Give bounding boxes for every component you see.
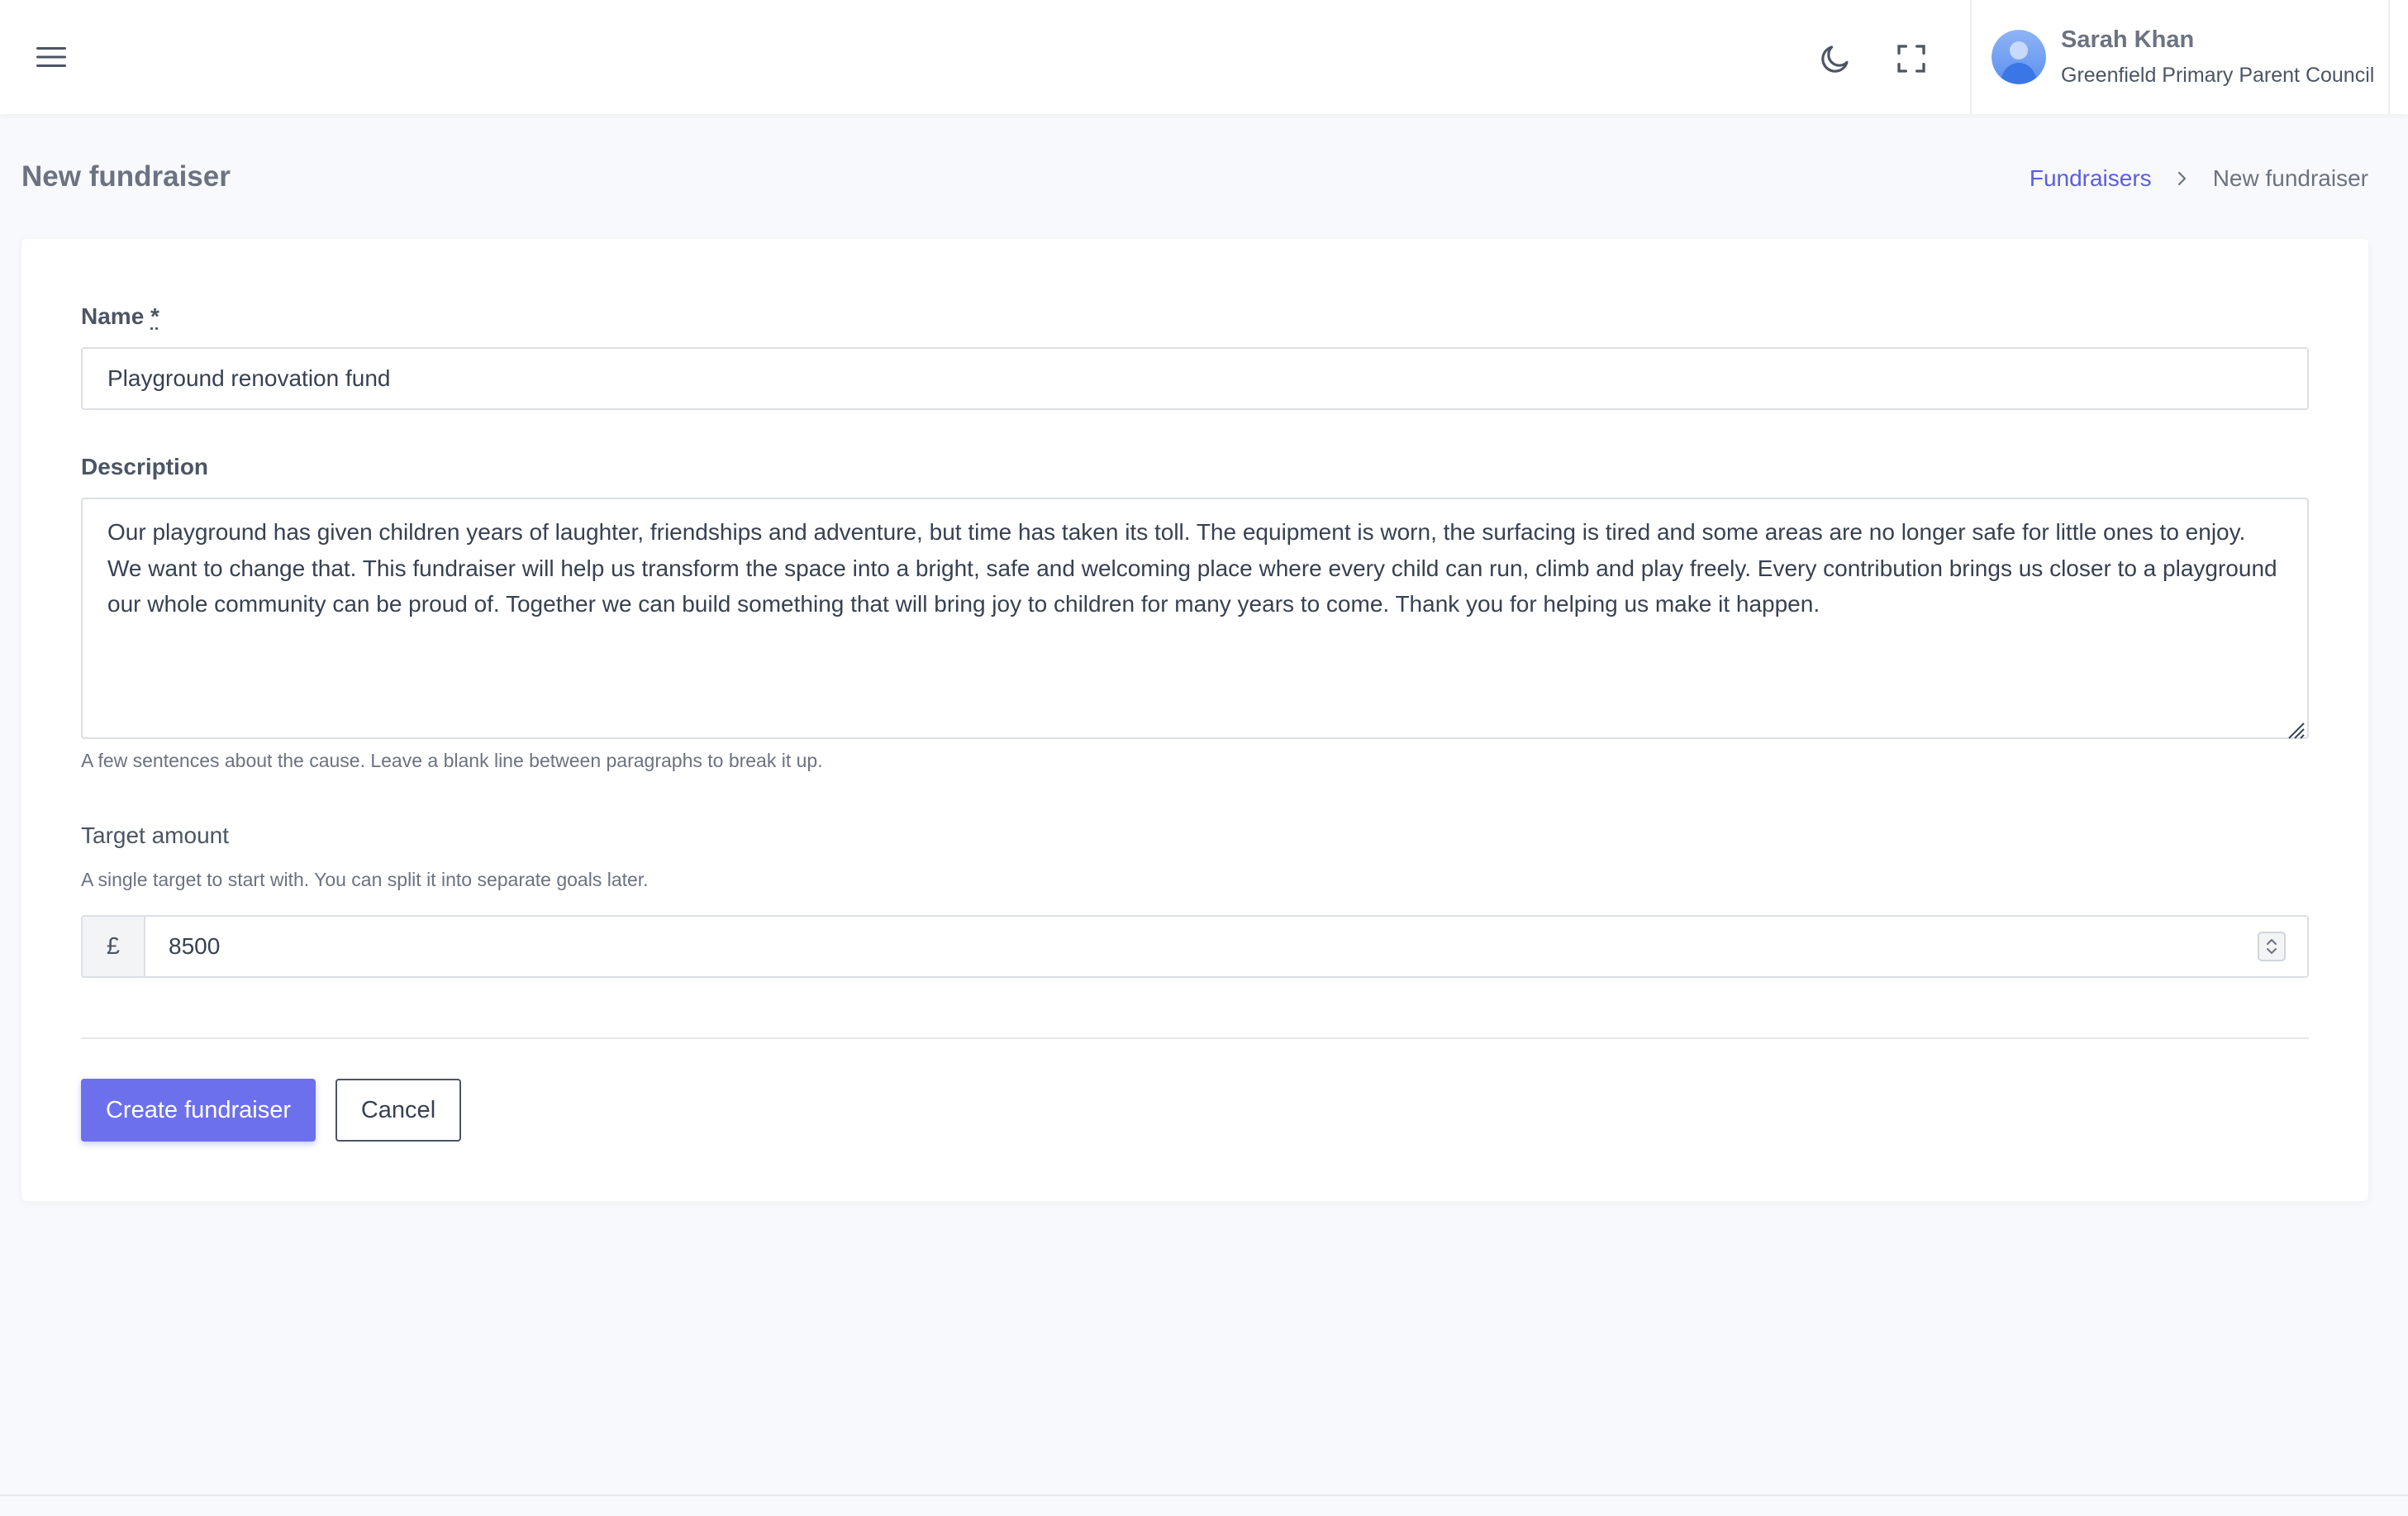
fullscreen-icon[interactable] — [1889, 36, 1934, 81]
target-amount-label: Target amount — [81, 822, 229, 848]
breadcrumb: Fundraisers New fundraiser — [2030, 165, 2368, 192]
description-help-text: A few sentences about the cause. Leave a… — [81, 750, 823, 771]
hamburger-icon[interactable] — [31, 40, 71, 74]
target-amount-help-text: A single target to start with. You can s… — [81, 869, 649, 890]
resize-grip-icon[interactable] — [2284, 714, 2306, 739]
breadcrumb-link-fundraisers[interactable]: Fundraisers — [2030, 165, 2152, 192]
create-fundraiser-button[interactable]: Create fundraiser — [81, 1079, 316, 1142]
target-amount-input[interactable]: 8500 — [145, 917, 2307, 976]
chevron-right-icon — [2177, 169, 2188, 188]
description-label: Description — [81, 454, 209, 479]
top-bar: Sarah Khan Greenfield Primary Parent Cou… — [0, 0, 2408, 114]
form-divider — [81, 1037, 2309, 1039]
user-avatar-icon — [1992, 30, 2046, 84]
moon-icon[interactable] — [1813, 36, 1858, 81]
description-text: Our playground has given children years … — [107, 519, 2277, 617]
required-mark: * — [150, 303, 159, 329]
fundraiser-form-card: Name * Playground renovation fund Descri… — [21, 239, 2368, 1201]
number-spinner-icon[interactable] — [2258, 932, 2286, 961]
page-title: New fundraiser — [21, 160, 231, 193]
user-organization: Greenfield Primary Parent Council — [2061, 64, 2375, 87]
target-amount-value: 8500 — [169, 933, 221, 959]
name-input[interactable]: Playground renovation fund — [81, 347, 2309, 410]
currency-symbol: £ — [83, 917, 145, 976]
cancel-button[interactable]: Cancel — [336, 1079, 461, 1142]
user-menu[interactable]: Sarah Khan Greenfield Primary Parent Cou… — [1970, 0, 2390, 114]
breadcrumb-current: New fundraiser — [2212, 165, 2368, 191]
footer-divider — [0, 1495, 2408, 1496]
name-label-text: Name — [81, 303, 145, 329]
name-label: Name * — [81, 303, 159, 330]
user-name: Sarah Khan — [2061, 26, 2195, 53]
target-amount-group: £ 8500 — [81, 915, 2309, 978]
description-textarea[interactable]: Our playground has given children years … — [81, 498, 2309, 739]
